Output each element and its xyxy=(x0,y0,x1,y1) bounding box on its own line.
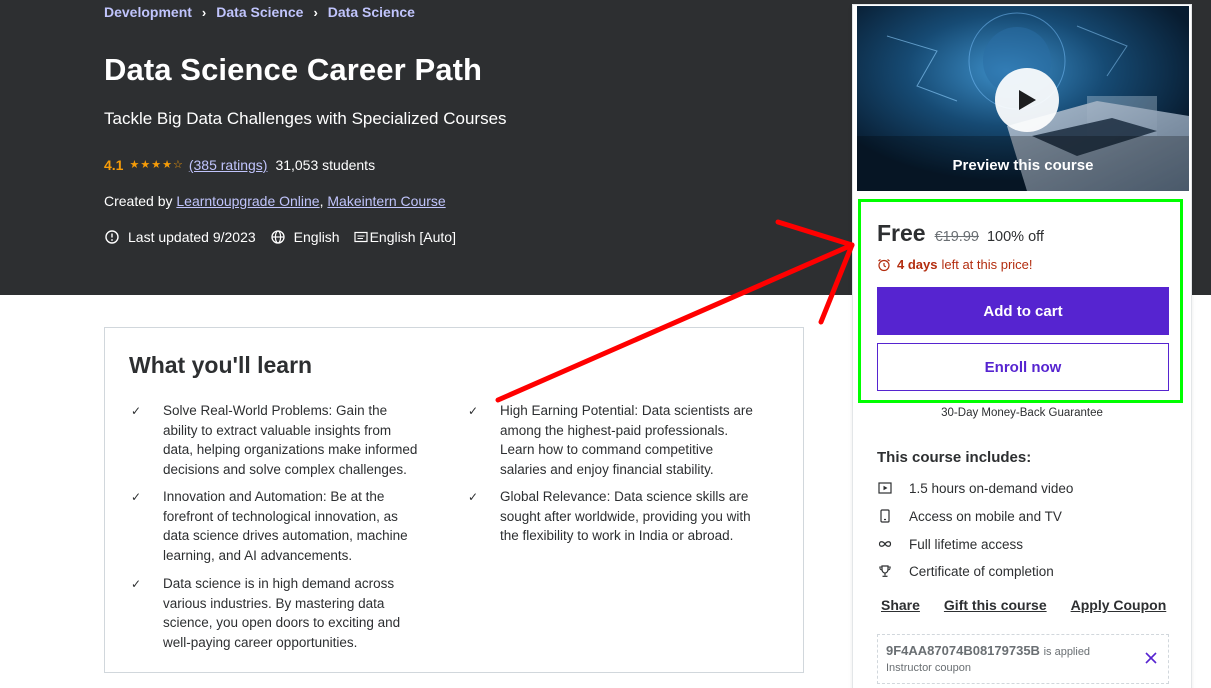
last-updated-text: Last updated 9/2023 xyxy=(128,229,256,245)
preview-label[interactable]: Preview this course xyxy=(857,157,1189,174)
page-title: Data Science Career Path xyxy=(104,52,483,87)
check-icon: ✓ xyxy=(131,404,142,418)
last-updated: Last updated 9/2023 xyxy=(104,229,256,245)
play-button[interactable] xyxy=(995,68,1059,132)
money-back-guarantee: 30-Day Money-Back Guarantee xyxy=(941,407,1103,419)
includes-title: This course includes: xyxy=(877,449,1032,466)
created-by: Created by Learntoupgrade Online, Makein… xyxy=(104,193,446,209)
apply-coupon-link[interactable]: Apply Coupon xyxy=(1071,597,1167,613)
price-row: Free €19.99 100% off xyxy=(877,220,1044,247)
globe-icon xyxy=(270,229,286,245)
share-link[interactable]: Share xyxy=(881,597,920,613)
course-captions: English [Auto] xyxy=(353,229,456,245)
urgency-days: 4 days xyxy=(897,257,938,272)
learn-item: ✓ High Earning Potential: Data scientist… xyxy=(468,401,758,479)
created-by-label: Created by xyxy=(104,193,173,209)
star-empty-icon: ☆ xyxy=(172,158,183,171)
discount-percent: 100% off xyxy=(986,229,1044,245)
mobile-icon xyxy=(877,508,893,524)
check-icon: ✓ xyxy=(131,490,142,504)
star-rating: ★ ★ ★ ★ ☆ xyxy=(129,158,183,171)
breadcrumb-development[interactable]: Development xyxy=(104,4,192,20)
learn-item: ✓ Innovation and Automation: Be at the f… xyxy=(131,487,421,565)
include-item: Access on mobile and TV xyxy=(877,508,1062,524)
language-text: English xyxy=(293,229,340,245)
course-subtitle: Tackle Big Data Challenges with Speciali… xyxy=(104,109,507,128)
purchase-sidebar: Preview this course Free €19.99 100% off… xyxy=(852,4,1192,688)
infinity-icon xyxy=(877,536,893,552)
trophy-icon xyxy=(877,563,893,579)
alert-badge-icon xyxy=(104,229,120,245)
enroll-now-button[interactable]: Enroll now xyxy=(877,343,1169,391)
coupon-type: Instructor coupon xyxy=(886,662,971,674)
learn-item-text: Data science is in high demand across va… xyxy=(163,576,401,650)
urgency-text: left at this price! xyxy=(941,257,1033,272)
include-label: Access on mobile and TV xyxy=(909,508,1062,524)
coupon-code-line: 9F4AA87074B08179735B is applied xyxy=(886,643,1090,658)
ratings-link[interactable]: (385 ratings) xyxy=(189,157,268,173)
instructor-link[interactable]: Learntoupgrade Online xyxy=(176,193,319,209)
alarm-clock-icon xyxy=(878,258,890,271)
learn-item: ✓ Global Relevance: Data science skills … xyxy=(468,487,758,546)
chevron-right-icon: › xyxy=(313,4,318,20)
section-title: What you'll learn xyxy=(129,352,313,378)
current-price: Free xyxy=(877,220,926,246)
original-price: €19.99 xyxy=(934,229,979,245)
check-icon: ✓ xyxy=(468,490,479,504)
include-label: Full lifetime access xyxy=(909,536,1024,552)
course-preview[interactable]: Preview this course xyxy=(857,6,1189,191)
price-urgency: 4 days left at this price! xyxy=(877,257,1033,272)
learn-item-text: Solve Real-World Problems: Gain the abil… xyxy=(163,403,418,477)
instructor-link[interactable]: Makeintern Course xyxy=(327,193,445,209)
learn-item: ✓ Solve Real-World Problems: Gain the ab… xyxy=(131,401,421,479)
applied-coupon: 9F4AA87074B08179735B is applied Instruct… xyxy=(877,634,1169,684)
check-icon: ✓ xyxy=(468,404,479,418)
rating-row: 4.1 ★ ★ ★ ★ ☆ (385 ratings) 31,053 stude… xyxy=(104,157,375,173)
instructor-separator: , xyxy=(319,193,324,209)
learn-item-text: High Earning Potential: Data scientists … xyxy=(500,403,753,477)
check-icon: ✓ xyxy=(131,577,142,591)
learn-item-text: Innovation and Automation: Be at the for… xyxy=(163,489,408,563)
gift-course-link[interactable]: Gift this course xyxy=(944,597,1047,613)
star-icon: ★ xyxy=(162,158,172,171)
learn-item-text: Global Relevance: Data science skills ar… xyxy=(500,489,751,543)
coupon-code: 9F4AA87074B08179735B xyxy=(886,643,1040,658)
include-label: Certificate of completion xyxy=(909,563,1054,579)
video-icon xyxy=(877,480,893,496)
coupon-status: is applied xyxy=(1043,646,1091,658)
include-item: Certificate of completion xyxy=(877,563,1054,579)
close-icon[interactable] xyxy=(1144,651,1158,665)
rating-value: 4.1 xyxy=(104,157,124,173)
breadcrumb-data-science[interactable]: Data Science xyxy=(216,4,303,20)
breadcrumb: Development › Data Science › Data Scienc… xyxy=(104,4,415,20)
students-count: 31,053 students xyxy=(275,157,376,173)
star-icon: ★ xyxy=(140,158,151,171)
closed-captions-icon xyxy=(353,229,368,245)
include-label: 1.5 hours on-demand video xyxy=(909,480,1074,496)
include-item: 1.5 hours on-demand video xyxy=(877,480,1073,496)
captions-text: English [Auto] xyxy=(369,229,456,245)
include-item: Full lifetime access xyxy=(877,536,1023,552)
course-actions: Share Gift this course Apply Coupon xyxy=(881,597,1166,613)
play-icon xyxy=(1019,90,1036,110)
add-to-cart-button[interactable]: Add to cart xyxy=(877,287,1169,335)
what-you-learn-box: What you'll learn ✓ Solve Real-World Pro… xyxy=(104,327,804,673)
course-language: English xyxy=(270,229,340,245)
star-icon: ★ xyxy=(129,158,140,171)
star-icon: ★ xyxy=(151,158,162,171)
learn-item: ✓ Data science is in high demand across … xyxy=(131,574,421,652)
breadcrumb-data-science-topic[interactable]: Data Science xyxy=(328,4,415,20)
chevron-right-icon: › xyxy=(201,4,207,20)
course-meta: Last updated 9/2023 English English [Aut… xyxy=(104,229,470,245)
